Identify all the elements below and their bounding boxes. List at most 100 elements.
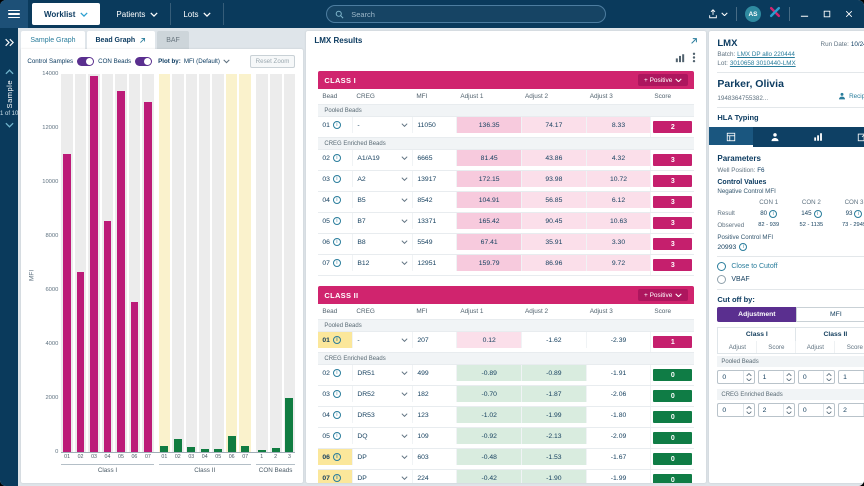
stepper-arrows[interactable] — [743, 371, 754, 383]
expand-panel-icon[interactable] — [2, 36, 16, 49]
creg-dropdown[interactable]: B7 — [352, 213, 412, 229]
chart-bar[interactable] — [160, 446, 168, 452]
info-icon[interactable]: i — [333, 121, 341, 129]
maximize-button[interactable] — [820, 7, 834, 21]
info-icon[interactable]: i — [769, 210, 777, 218]
search-input[interactable] — [349, 9, 597, 20]
chart-bar[interactable] — [117, 91, 125, 452]
stepper-arrows[interactable] — [743, 404, 754, 416]
chart-bar[interactable] — [90, 76, 98, 452]
info-icon[interactable]: i — [333, 369, 341, 377]
chart-view-icon[interactable] — [675, 50, 685, 68]
stepper-arrows[interactable] — [823, 404, 834, 416]
export-button[interactable] — [708, 9, 728, 19]
next-sample-button[interactable] — [3, 120, 16, 130]
info-icon[interactable]: i — [333, 474, 341, 482]
stepper-arrows[interactable] — [783, 404, 794, 416]
tab-sample-graph[interactable]: Sample Graph — [21, 31, 84, 49]
tab-bead-graph[interactable]: Bead Graph — [87, 31, 156, 49]
chart-bar[interactable] — [285, 398, 293, 452]
chart-bar[interactable] — [241, 446, 249, 452]
close-button[interactable] — [842, 7, 856, 21]
tab-lots[interactable]: Lots — [171, 3, 224, 25]
chart-bar[interactable] — [131, 302, 139, 452]
info-icon[interactable]: i — [333, 196, 341, 204]
info-icon[interactable]: i — [333, 453, 341, 461]
cutoff-option-mfi[interactable]: MFI — [796, 307, 864, 322]
control-samples-toggle[interactable] — [77, 57, 94, 66]
stepper-input[interactable]: 2 — [838, 403, 864, 417]
lot-link[interactable]: 3010658 3010440-LMX — [730, 60, 796, 67]
chart-bar[interactable] — [63, 154, 71, 452]
tab-notes[interactable] — [840, 127, 864, 147]
user-avatar[interactable]: AS — [745, 6, 761, 22]
batch-link[interactable]: LMX DP allo 220444 — [737, 51, 795, 58]
stepper-input[interactable]: 0 — [717, 370, 754, 384]
creg-dropdown[interactable]: DR52 — [352, 386, 412, 402]
close-to-cutoff-radio[interactable]: Close to Cutoff — [717, 262, 864, 271]
info-icon[interactable]: i — [333, 175, 341, 183]
plot-by-dropdown[interactable]: Plot by: MFI (Default) — [158, 58, 230, 65]
vbaf-radio[interactable]: VBAF — [717, 275, 864, 284]
info-icon[interactable]: i — [333, 259, 341, 267]
creg-dropdown[interactable]: DR53 — [352, 407, 412, 423]
minimize-button[interactable] — [798, 7, 812, 21]
cutoff-option-adjustment[interactable]: Adjustment — [717, 307, 796, 322]
tab-patients[interactable]: Patients — [104, 3, 171, 25]
stepper-input[interactable]: 1 — [838, 370, 864, 384]
tab-analysis[interactable] — [796, 127, 840, 147]
info-icon[interactable]: i — [333, 432, 341, 440]
open-in-new-icon[interactable] — [690, 37, 698, 45]
positive-button[interactable]: + Positive — [638, 74, 688, 86]
chart-bar[interactable] — [258, 450, 266, 452]
info-icon[interactable]: i — [854, 210, 862, 218]
positive-button[interactable]: + Positive — [638, 289, 688, 301]
info-icon[interactable]: i — [333, 217, 341, 225]
previous-sample-button[interactable] — [3, 67, 16, 77]
creg-dropdown[interactable]: DR51 — [352, 365, 412, 381]
stepper-input[interactable]: 2 — [758, 403, 795, 417]
creg-dropdown[interactable]: DP — [352, 449, 412, 465]
chart-bar[interactable] — [174, 439, 182, 452]
creg-dropdown[interactable]: A1/A19 — [352, 150, 412, 166]
kebab-menu-icon[interactable] — [692, 50, 696, 68]
open-in-new-icon[interactable] — [139, 37, 146, 44]
creg-dropdown[interactable]: DQ — [352, 428, 412, 444]
stepper-arrows[interactable] — [783, 371, 794, 383]
search-bar[interactable] — [326, 5, 606, 23]
stepper-input[interactable]: 0 — [717, 403, 754, 417]
chart-bar[interactable] — [77, 272, 85, 452]
chart-bar[interactable] — [228, 436, 236, 452]
info-icon[interactable]: i — [333, 390, 341, 398]
tab-baf[interactable]: BAF — [157, 31, 189, 49]
creg-dropdown[interactable]: A2 — [352, 171, 412, 187]
chart-bar[interactable] — [214, 449, 222, 452]
info-icon[interactable]: i — [333, 238, 341, 246]
stepper-input[interactable]: 0 — [798, 403, 835, 417]
menu-button[interactable] — [0, 0, 28, 28]
creg-dropdown[interactable]: B5 — [352, 192, 412, 208]
creg-dropdown[interactable]: - — [352, 117, 412, 133]
chart-bar[interactable] — [201, 449, 209, 452]
info-icon[interactable]: i — [739, 243, 747, 251]
info-icon[interactable]: i — [333, 411, 341, 419]
tab-patient-info[interactable] — [753, 127, 797, 147]
stepper-arrows[interactable] — [823, 371, 834, 383]
creg-dropdown[interactable]: B8 — [352, 234, 412, 250]
chart-bar[interactable] — [272, 448, 280, 452]
con-beads-toggle[interactable] — [135, 57, 152, 66]
reset-zoom-button[interactable]: Reset Zoom — [250, 55, 296, 68]
info-icon[interactable]: i — [333, 154, 341, 162]
tab-worklist[interactable]: Worklist — [32, 3, 100, 25]
info-icon[interactable]: i — [333, 336, 341, 344]
hla-typing-section[interactable]: HLA Typing — [717, 113, 864, 122]
chart-bar[interactable] — [187, 447, 195, 452]
tab-parameters[interactable] — [709, 127, 753, 147]
creg-dropdown[interactable]: DP — [352, 470, 412, 483]
info-icon[interactable]: i — [814, 210, 822, 218]
stepper-input[interactable]: 1 — [758, 370, 795, 384]
stepper-input[interactable]: 0 — [798, 370, 835, 384]
chart-bar[interactable] — [104, 221, 112, 452]
creg-dropdown[interactable]: B12 — [352, 255, 412, 271]
chart-bar[interactable] — [144, 102, 152, 452]
